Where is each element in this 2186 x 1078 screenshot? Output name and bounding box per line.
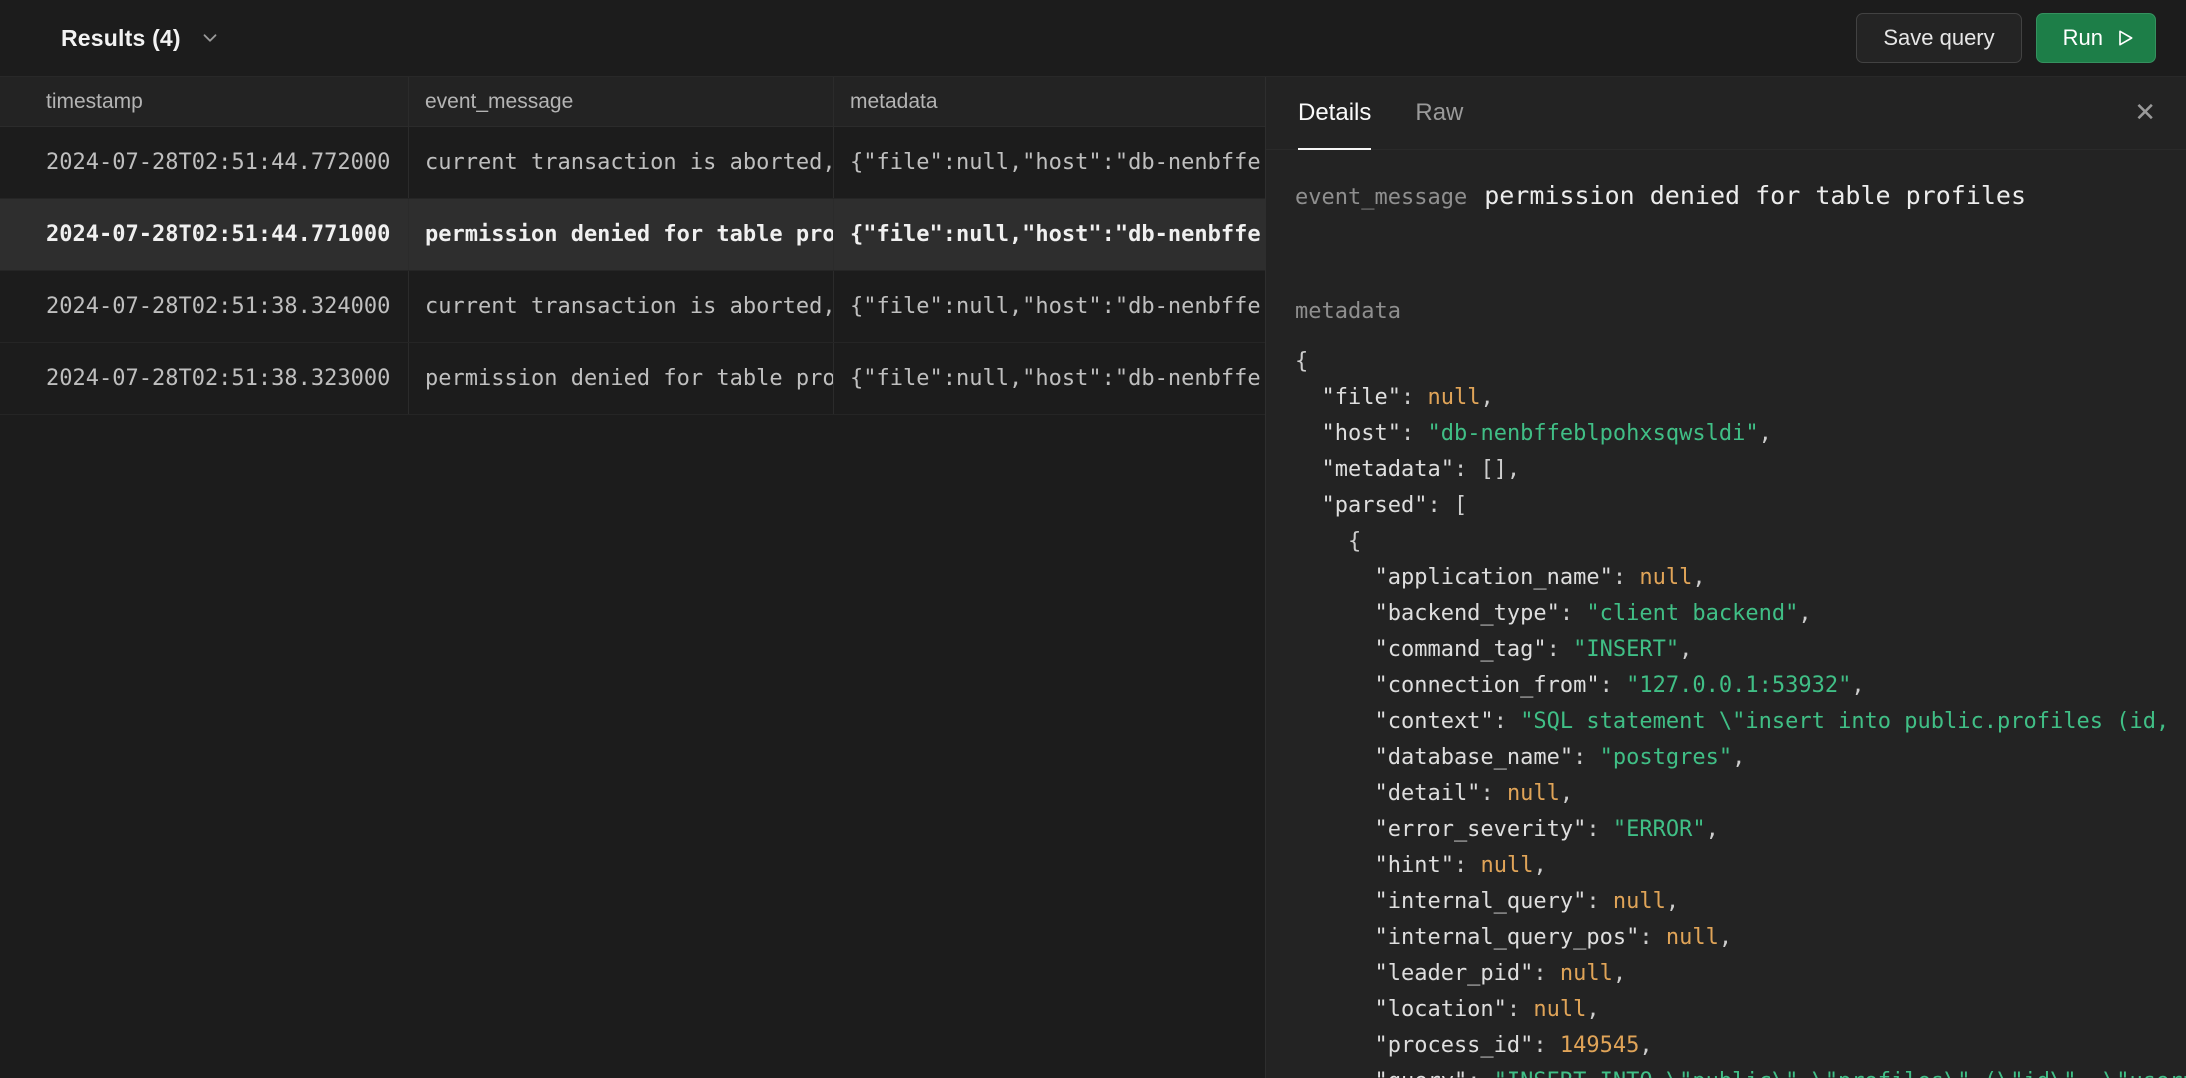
play-icon <box>2115 28 2135 48</box>
table-row[interactable]: 2024-07-28T02:51:44.772000 current trans… <box>0 127 1265 199</box>
toolbar: Results (4) Save query Run <box>0 0 2186 77</box>
save-query-button[interactable]: Save query <box>1856 13 2021 63</box>
event-message-label: event_message <box>1295 180 1467 216</box>
json-line: "host": "db-nenbffeblpohxsqwsldi", <box>1295 416 2186 452</box>
column-header-event-message: event_message <box>409 77 834 126</box>
column-header-timestamp: timestamp <box>0 77 409 126</box>
details-tabs: Details Raw ✕ <box>1266 77 2186 150</box>
json-line: { <box>1295 344 2186 380</box>
cell-timestamp: 2024-07-28T02:51:38.324000 <box>0 271 409 342</box>
json-line: "connection_from": "127.0.0.1:53932", <box>1295 668 2186 704</box>
column-header-metadata: metadata <box>834 77 1265 126</box>
event-message-field: event_message permission denied for tabl… <box>1295 178 2186 216</box>
tab-details[interactable]: Details <box>1298 77 1371 150</box>
json-line: "file": null, <box>1295 380 2186 416</box>
json-line: "application_name": null, <box>1295 560 2186 596</box>
results-label: Results (4) <box>61 25 181 52</box>
json-line: "context": "SQL statement \"insert into … <box>1295 704 2186 740</box>
details-panel: Details Raw ✕ event_message permission d… <box>1265 77 2186 1078</box>
json-line: { <box>1295 524 2186 560</box>
json-line: "location": null, <box>1295 992 2186 1028</box>
cell-metadata: {"file":null,"host":"db-nenbffe <box>834 199 1265 270</box>
close-button[interactable]: ✕ <box>2128 94 2162 132</box>
toolbar-actions: Save query Run <box>1856 13 2156 63</box>
table-row[interactable]: 2024-07-28T02:51:38.324000 current trans… <box>0 271 1265 343</box>
json-line: "process_id": 149545, <box>1295 1028 2186 1064</box>
cell-event-message: current transaction is aborted, <box>409 127 834 198</box>
run-button[interactable]: Run <box>2036 13 2156 63</box>
tab-raw[interactable]: Raw <box>1415 77 1463 150</box>
cell-event-message: current transaction is aborted, <box>409 271 834 342</box>
logs-table: timestamp event_message metadata 2024-07… <box>0 77 1265 1078</box>
results-toggle[interactable]: Results (4) <box>61 25 221 52</box>
cell-event-message: permission denied for table pro <box>409 199 834 270</box>
json-line: "leader_pid": null, <box>1295 956 2186 992</box>
json-line: "hint": null, <box>1295 848 2186 884</box>
json-line: "detail": null, <box>1295 776 2186 812</box>
logs-explorer: Results (4) Save query Run timestamp eve… <box>0 0 2186 1078</box>
json-line: "backend_type": "client backend", <box>1295 596 2186 632</box>
json-line: "internal_query_pos": null, <box>1295 920 2186 956</box>
table-header: timestamp event_message metadata <box>0 77 1265 127</box>
json-line: "command_tag": "INSERT", <box>1295 632 2186 668</box>
run-button-label: Run <box>2063 25 2103 51</box>
json-line: "query": "INSERT INTO \"public\".\"profi… <box>1295 1064 2186 1078</box>
chevron-down-icon <box>199 27 221 49</box>
cell-timestamp: 2024-07-28T02:51:44.771000 <box>0 199 409 270</box>
json-line: "database_name": "postgres", <box>1295 740 2186 776</box>
metadata-json: { "file": null, "host": "db-nenbffeblpoh… <box>1295 344 2186 1078</box>
close-icon: ✕ <box>2134 98 2156 128</box>
cell-timestamp: 2024-07-28T02:51:38.323000 <box>0 343 409 414</box>
cell-timestamp: 2024-07-28T02:51:44.772000 <box>0 127 409 198</box>
cell-metadata: {"file":null,"host":"db-nenbffe <box>834 271 1265 342</box>
event-message-value: permission denied for table profiles <box>1484 178 2026 214</box>
details-body: event_message permission denied for tabl… <box>1266 150 2186 1078</box>
json-line: "parsed": [ <box>1295 488 2186 524</box>
cell-metadata: {"file":null,"host":"db-nenbffe <box>834 127 1265 198</box>
table-row[interactable]: 2024-07-28T02:51:44.771000 permission de… <box>0 199 1265 271</box>
json-line: "metadata": [], <box>1295 452 2186 488</box>
metadata-label: metadata <box>1295 294 2186 330</box>
table-row[interactable]: 2024-07-28T02:51:38.323000 permission de… <box>0 343 1265 415</box>
cell-metadata: {"file":null,"host":"db-nenbffe <box>834 343 1265 414</box>
cell-event-message: permission denied for table pro <box>409 343 834 414</box>
json-line: "internal_query": null, <box>1295 884 2186 920</box>
json-line: "error_severity": "ERROR", <box>1295 812 2186 848</box>
